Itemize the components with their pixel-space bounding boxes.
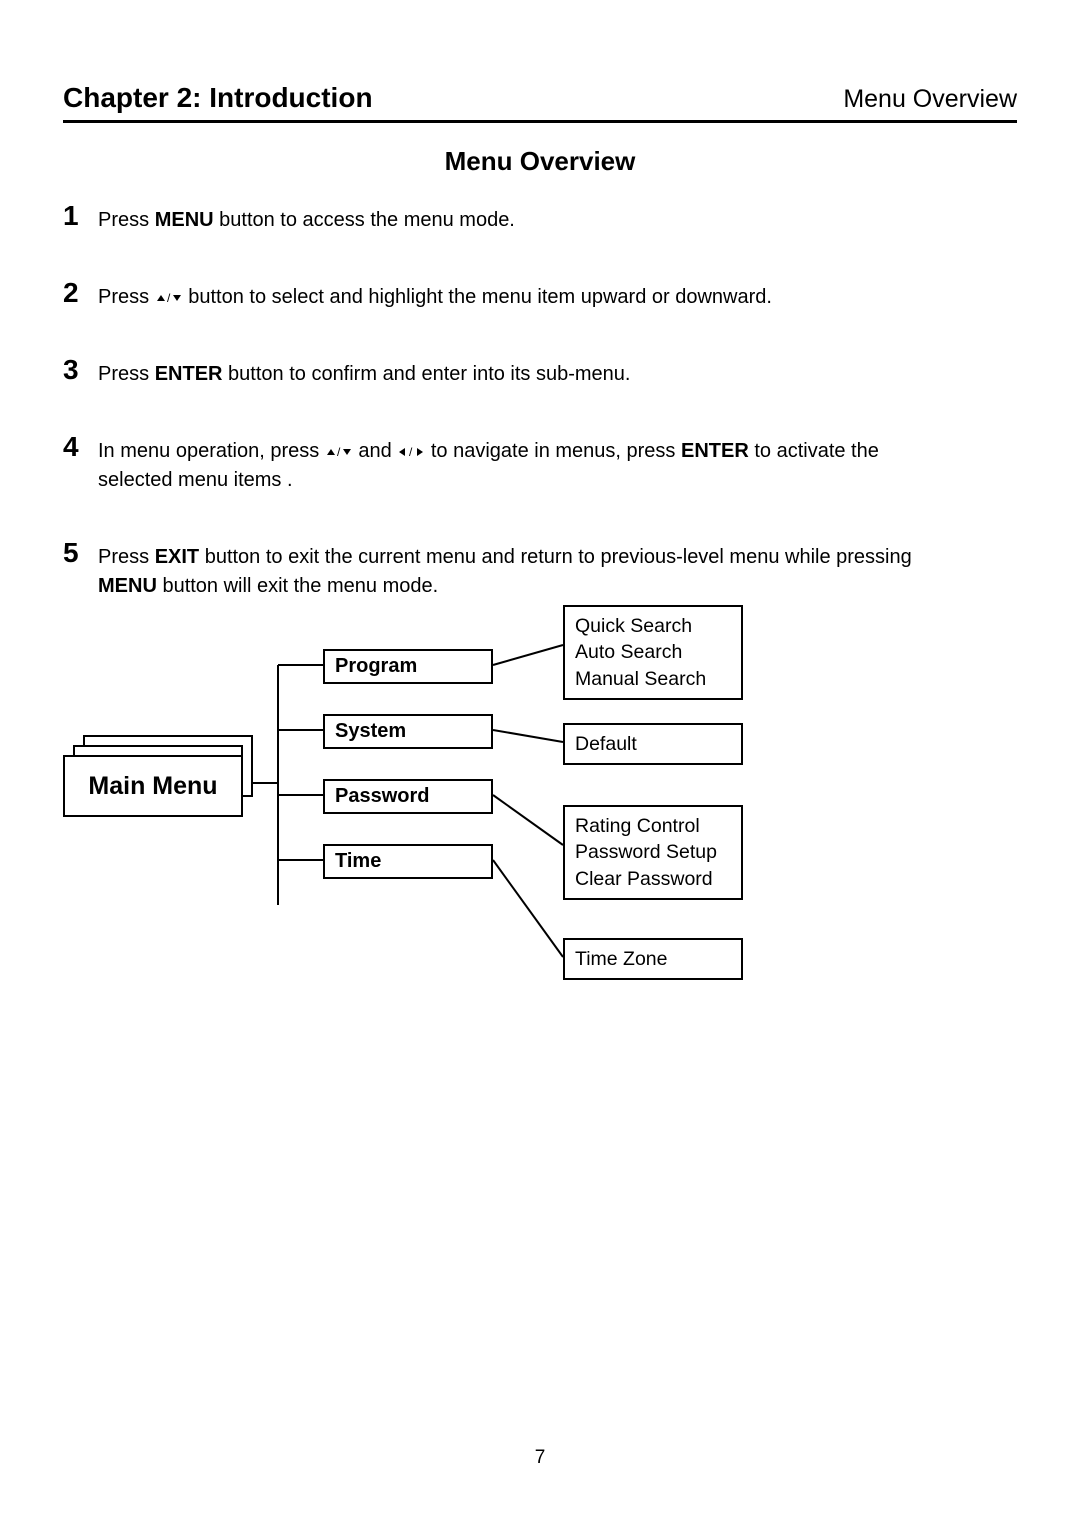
time-box: Time — [323, 844, 493, 879]
submenu-item: Auto Search — [575, 639, 731, 665]
program-submenu-box: Quick Search Auto Search Manual Search — [563, 605, 743, 700]
svg-text:/: / — [337, 446, 341, 458]
submenu-item: Password Setup — [575, 839, 731, 865]
svg-text:/: / — [409, 446, 413, 458]
up-down-icon: / — [325, 440, 353, 462]
menu-tree-diagram: Main Menu Program System Password Time Q… — [63, 595, 943, 1025]
submenu-item: Time Zone — [575, 946, 731, 972]
system-submenu-box: Default — [563, 723, 743, 765]
step-number: 3 — [63, 354, 98, 386]
chapter-title: Chapter 2: Introduction — [63, 82, 373, 114]
step-number: 1 — [63, 200, 98, 232]
header-breadcrumb: Menu Overview — [843, 85, 1017, 114]
program-box: Program — [323, 649, 493, 684]
left-right-icon: / — [397, 440, 425, 462]
step-number: 5 — [63, 537, 98, 569]
step-text: Press MENU button to access the menu mod… — [98, 200, 515, 235]
page-header: Chapter 2: Introduction Menu Overview — [63, 82, 1017, 123]
password-submenu-box: Rating Control Password Setup Clear Pass… — [563, 805, 743, 900]
page-number: 7 — [0, 1447, 1080, 1469]
password-box: Password — [323, 779, 493, 814]
submenu-item: Quick Search — [575, 613, 731, 639]
svg-text:/: / — [167, 292, 171, 304]
step-number: 4 — [63, 431, 98, 463]
step-text: Press ENTER button to confirm and enter … — [98, 354, 630, 389]
step-text: Press / button to select and highlight t… — [98, 277, 772, 312]
time-submenu-box: Time Zone — [563, 938, 743, 980]
system-box: System — [323, 714, 493, 749]
steps-list: 1 Press MENU button to access the menu m… — [63, 200, 940, 643]
main-menu-box: Main Menu — [63, 755, 243, 817]
step-text: In menu operation, press / and / to navi… — [98, 431, 940, 495]
submenu-item: Rating Control — [575, 813, 731, 839]
step-item: 5 Press EXIT button to exit the current … — [63, 537, 940, 601]
submenu-item: Manual Search — [575, 666, 731, 692]
up-down-icon: / — [155, 286, 183, 308]
step-number: 2 — [63, 277, 98, 309]
step-item: 4 In menu operation, press / and / to na… — [63, 431, 940, 495]
step-text: Press EXIT button to exit the current me… — [98, 537, 940, 601]
section-title: Menu Overview — [0, 146, 1080, 177]
submenu-item: Clear Password — [575, 866, 731, 892]
step-item: 3 Press ENTER button to confirm and ente… — [63, 354, 940, 389]
step-item: 1 Press MENU button to access the menu m… — [63, 200, 940, 235]
step-item: 2 Press / button to select and highlight… — [63, 277, 940, 312]
submenu-item: Default — [575, 731, 731, 757]
